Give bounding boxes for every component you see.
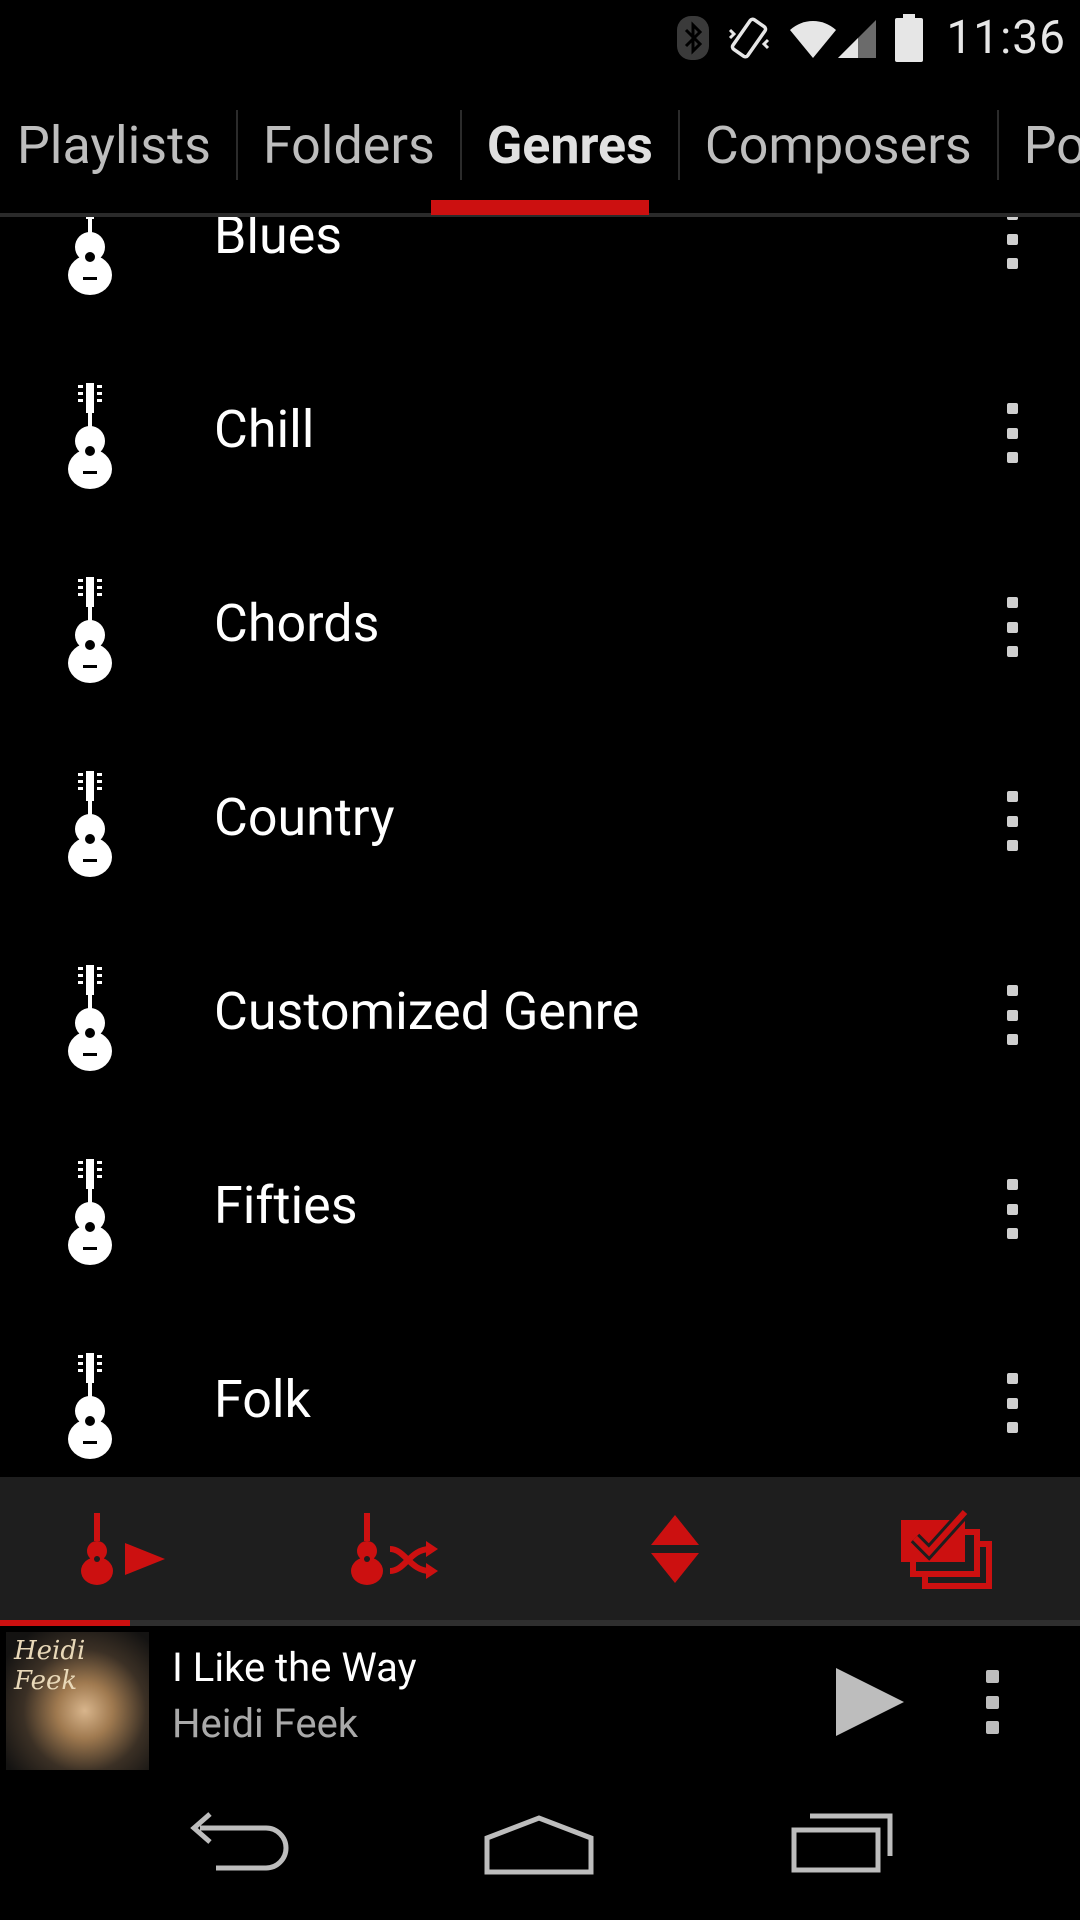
list-item[interactable]: Customized Genre: [0, 919, 1080, 1113]
shuffle-genre-button[interactable]: [330, 1477, 470, 1620]
list-item[interactable]: Fifties: [0, 1113, 1080, 1307]
wifi-icon: [790, 20, 837, 58]
sort-icon: [651, 1514, 699, 1583]
play-button[interactable]: [832, 1664, 908, 1744]
track-artist: Heidi Feek: [172, 1700, 359, 1747]
shuffle-genre-icon: [351, 1512, 438, 1585]
genre-label: Blues: [214, 217, 343, 266]
back-button[interactable]: [186, 1810, 292, 1880]
guitar-icon: [68, 1353, 112, 1459]
tab-playlists[interactable]: Playlists: [0, 75, 236, 215]
album-art-text: Heidi Feek: [14, 1636, 86, 1696]
select-multiple-icon: [901, 1507, 992, 1589]
overflow-menu-icon[interactable]: [1000, 985, 1024, 1045]
active-tab-indicator: [431, 200, 649, 215]
list-item[interactable]: Blues: [0, 217, 1080, 337]
genre-label: Customized Genre: [214, 981, 640, 1042]
album-art[interactable]: Heidi Feek: [6, 1632, 149, 1775]
back-icon: [190, 1812, 289, 1871]
overflow-menu-icon[interactable]: [1000, 791, 1024, 851]
now-playing-menu-icon[interactable]: [982, 1670, 1002, 1734]
bluetooth-icon: [677, 15, 710, 60]
play-genre-icon: [81, 1512, 165, 1585]
tab-composers[interactable]: Composers: [680, 75, 997, 215]
list-item[interactable]: Chords: [0, 531, 1080, 725]
genre-label: Chill: [214, 399, 315, 460]
now-playing-bar[interactable]: Heidi Feek I Like the Way Heidi Feek: [0, 1626, 1080, 1775]
guitar-icon: [68, 217, 112, 295]
home-icon: [484, 1815, 594, 1875]
overflow-menu-icon[interactable]: [1000, 597, 1024, 657]
play-icon: [836, 1668, 904, 1736]
guitar-icon: [68, 965, 112, 1071]
recents-icon: [791, 1813, 893, 1873]
guitar-icon: [68, 771, 112, 877]
genre-label: Chords: [214, 593, 380, 654]
track-title: I Like the Way: [172, 1644, 417, 1691]
list-item[interactable]: Country: [0, 725, 1080, 919]
battery-icon: [895, 13, 924, 62]
home-button[interactable]: [483, 1810, 595, 1880]
guitar-icon: [68, 1159, 112, 1265]
list-item[interactable]: Folk: [0, 1307, 1080, 1477]
genre-label: Fifties: [214, 1175, 358, 1236]
guitar-icon: [68, 383, 112, 489]
select-multiple-button[interactable]: [880, 1477, 1020, 1620]
system-nav-bar: [0, 1770, 1080, 1920]
tab-genres[interactable]: Genres: [462, 75, 678, 215]
genre-list: Blues Chill Chords Country Customized Ge…: [0, 217, 1080, 1477]
list-item[interactable]: Chill: [0, 337, 1080, 531]
tab-folders[interactable]: Folders: [238, 75, 460, 215]
guitar-icon: [68, 577, 112, 683]
genre-label: Folk: [214, 1369, 311, 1430]
vibrate-icon: [729, 17, 770, 58]
overflow-menu-icon[interactable]: [1000, 1179, 1024, 1239]
recents-button[interactable]: [790, 1810, 894, 1880]
overflow-menu-icon[interactable]: [1000, 1373, 1024, 1433]
sort-button[interactable]: [620, 1477, 730, 1620]
status-bar: 11:36: [0, 0, 1080, 75]
cell-signal-icon: [838, 19, 877, 58]
category-tabs: Playlists Folders Genres Composers Pod: [0, 75, 1080, 215]
overflow-menu-icon[interactable]: [1000, 403, 1024, 463]
genre-action-bar: [0, 1477, 1080, 1620]
play-genre-button[interactable]: [60, 1477, 200, 1620]
overflow-menu-icon[interactable]: [1000, 217, 1024, 269]
genre-label: Country: [214, 787, 395, 848]
tab-podcasts[interactable]: Pod: [999, 75, 1080, 215]
status-time: 11:36: [946, 10, 1066, 65]
